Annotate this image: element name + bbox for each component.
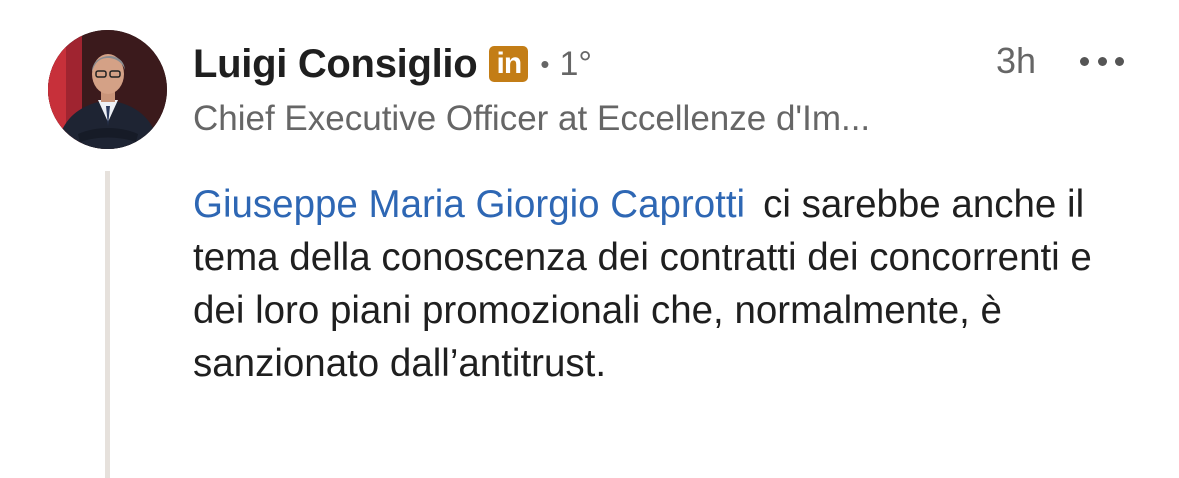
avatar[interactable] [48,30,167,149]
author-headline: Chief Executive Officer at Eccellenze d'… [193,99,871,138]
author-name[interactable]: Luigi Consiglio [193,42,478,87]
linkedin-icon: in [489,46,529,82]
more-dot [1080,56,1089,66]
more-options-icon[interactable] [1080,46,1124,76]
mention-link[interactable]: Giuseppe Maria Giorgio Caprotti [193,183,745,226]
avatar-photo [48,30,167,149]
connection-degree: 1° [559,44,592,83]
comment-body: Giuseppe Maria Giorgio Caprotti ci sarebb… [193,178,1153,390]
more-dot [1097,56,1107,66]
thread-line [105,171,110,478]
separator-dot: • [540,48,550,79]
comment-timestamp: 3h [996,40,1037,81]
author-row: Luigi Consiglio in • 1° [193,36,592,92]
more-dot [1115,56,1124,66]
